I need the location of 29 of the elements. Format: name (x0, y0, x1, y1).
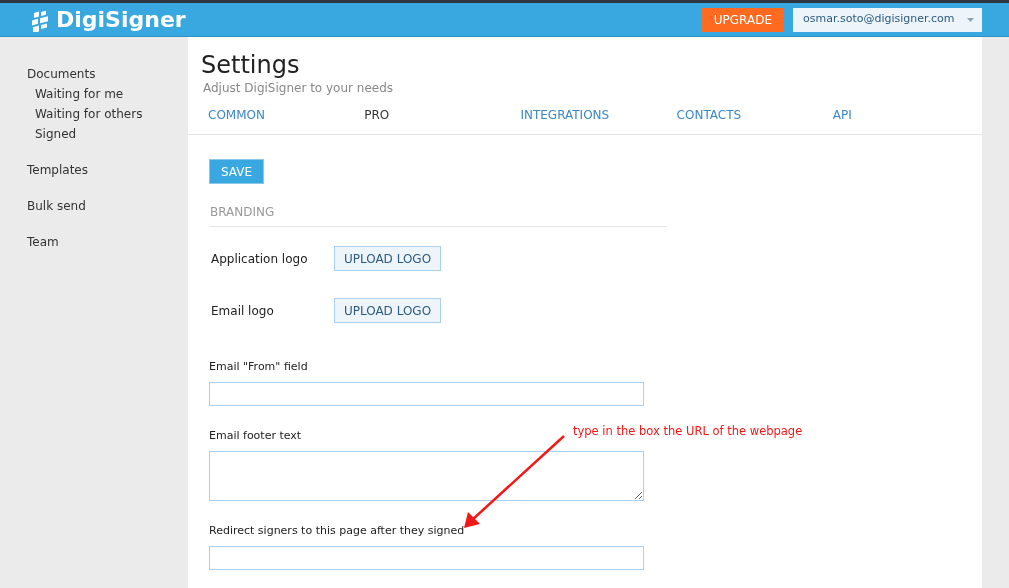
annotation-text: type in the box the URL of the webpage (573, 423, 803, 440)
sidebar-item[interactable]: Team (27, 232, 188, 252)
tab[interactable]: PRO (357, 106, 514, 124)
account-dropdown[interactable]: osmar.soto@digisigner.com (793, 7, 982, 32)
logo-text: DigiSigner (56, 8, 186, 31)
sidebar-item[interactable]: Documents (27, 64, 188, 84)
field-label: Email "From" field (209, 359, 308, 375)
field-label: Email footer text (209, 428, 302, 444)
section-heading: BRANDING (209, 204, 667, 227)
upload-logo-button[interactable]: UPLOAD LOGO (334, 246, 441, 271)
field-label: Application logo (210, 250, 309, 268)
sidebar-item[interactable]: Bulk send (27, 196, 188, 216)
text-area[interactable] (209, 451, 644, 501)
tab[interactable]: CONTACTS (669, 106, 826, 124)
page-subtitle: Adjust DigiSigner to your needs (202, 80, 395, 96)
text-field[interactable] (209, 382, 644, 406)
tab[interactable]: API (825, 106, 982, 124)
tab[interactable]: COMMON (201, 106, 358, 124)
tab[interactable]: INTEGRATIONS (513, 106, 670, 124)
sidebar-subitem[interactable]: Signed (27, 124, 188, 144)
text-field[interactable] (209, 546, 644, 570)
upload-logo-button[interactable]: UPLOAD LOGO (334, 298, 441, 323)
sidebar-subitem[interactable]: Waiting for others (27, 104, 188, 124)
page-title: Settings (201, 50, 301, 80)
field-label: Redirect signers to this page after they signed (209, 523, 465, 539)
field-label: Email logo (210, 302, 275, 320)
caret-icon (967, 17, 974, 22)
sidebar-subitem[interactable]: Waiting for me (27, 84, 188, 104)
sidebar-item[interactable]: Templates (27, 160, 188, 180)
